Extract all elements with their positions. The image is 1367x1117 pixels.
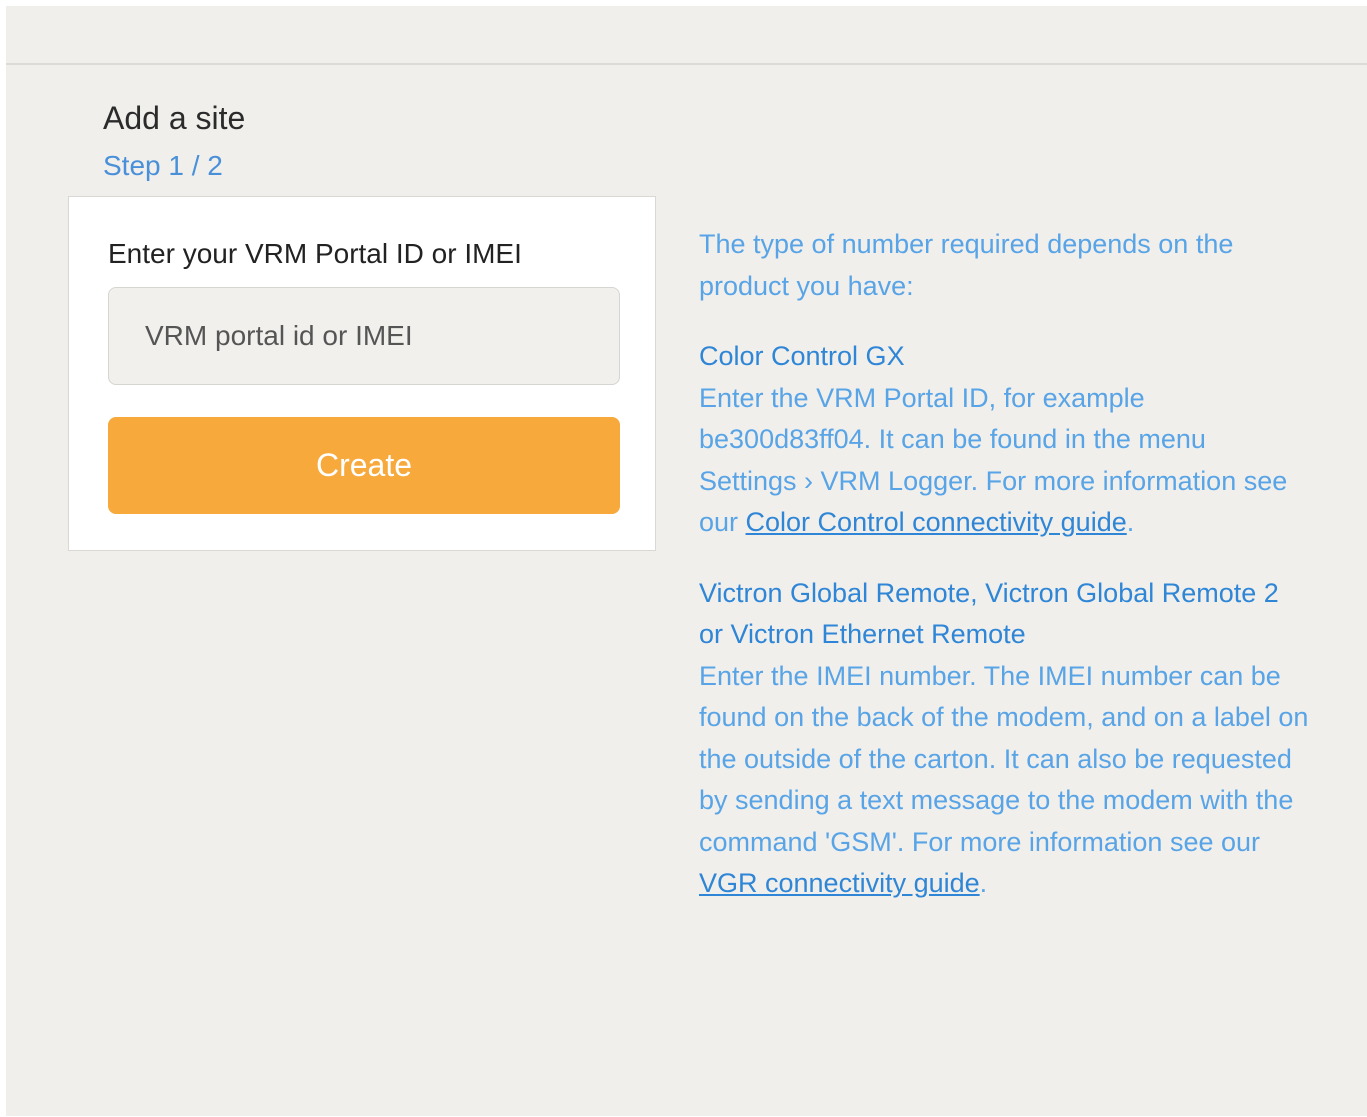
add-site-card: Enter your VRM Portal ID or IMEI Create bbox=[68, 196, 656, 551]
help-heading-color-control: Color Control GX bbox=[699, 341, 905, 371]
page: Add a site Step 1 / 2 Enter your VRM Por… bbox=[6, 6, 1367, 1116]
page-title: Add a site bbox=[103, 100, 246, 136]
help-suffix-color-control: . bbox=[1126, 507, 1135, 537]
create-button[interactable]: Create bbox=[108, 417, 620, 514]
vgr-guide-link[interactable]: VGR connectivity guide bbox=[699, 868, 980, 898]
help-section-vgr: Victron Global Remote, Victron Global Re… bbox=[699, 573, 1309, 905]
step-indicator: Step 1 / 2 bbox=[103, 150, 223, 181]
help-heading-vgr: Victron Global Remote, Victron Global Re… bbox=[699, 577, 1279, 650]
top-bar bbox=[6, 6, 1367, 65]
help-section-color-control: Color Control GX Enter the VRM Portal ID… bbox=[699, 336, 1309, 544]
help-intro: The type of number required depends on t… bbox=[699, 229, 1234, 301]
color-control-guide-link[interactable]: Color Control connectivity guide bbox=[746, 507, 1127, 537]
portal-id-input[interactable] bbox=[108, 287, 620, 385]
help-text-vgr: Enter the IMEI number. The IMEI number c… bbox=[699, 660, 1309, 857]
help-suffix-vgr: . bbox=[979, 868, 988, 898]
portal-id-label: Enter your VRM Portal ID or IMEI bbox=[108, 238, 522, 269]
help-panel: The type of number required depends on t… bbox=[699, 224, 1309, 934]
